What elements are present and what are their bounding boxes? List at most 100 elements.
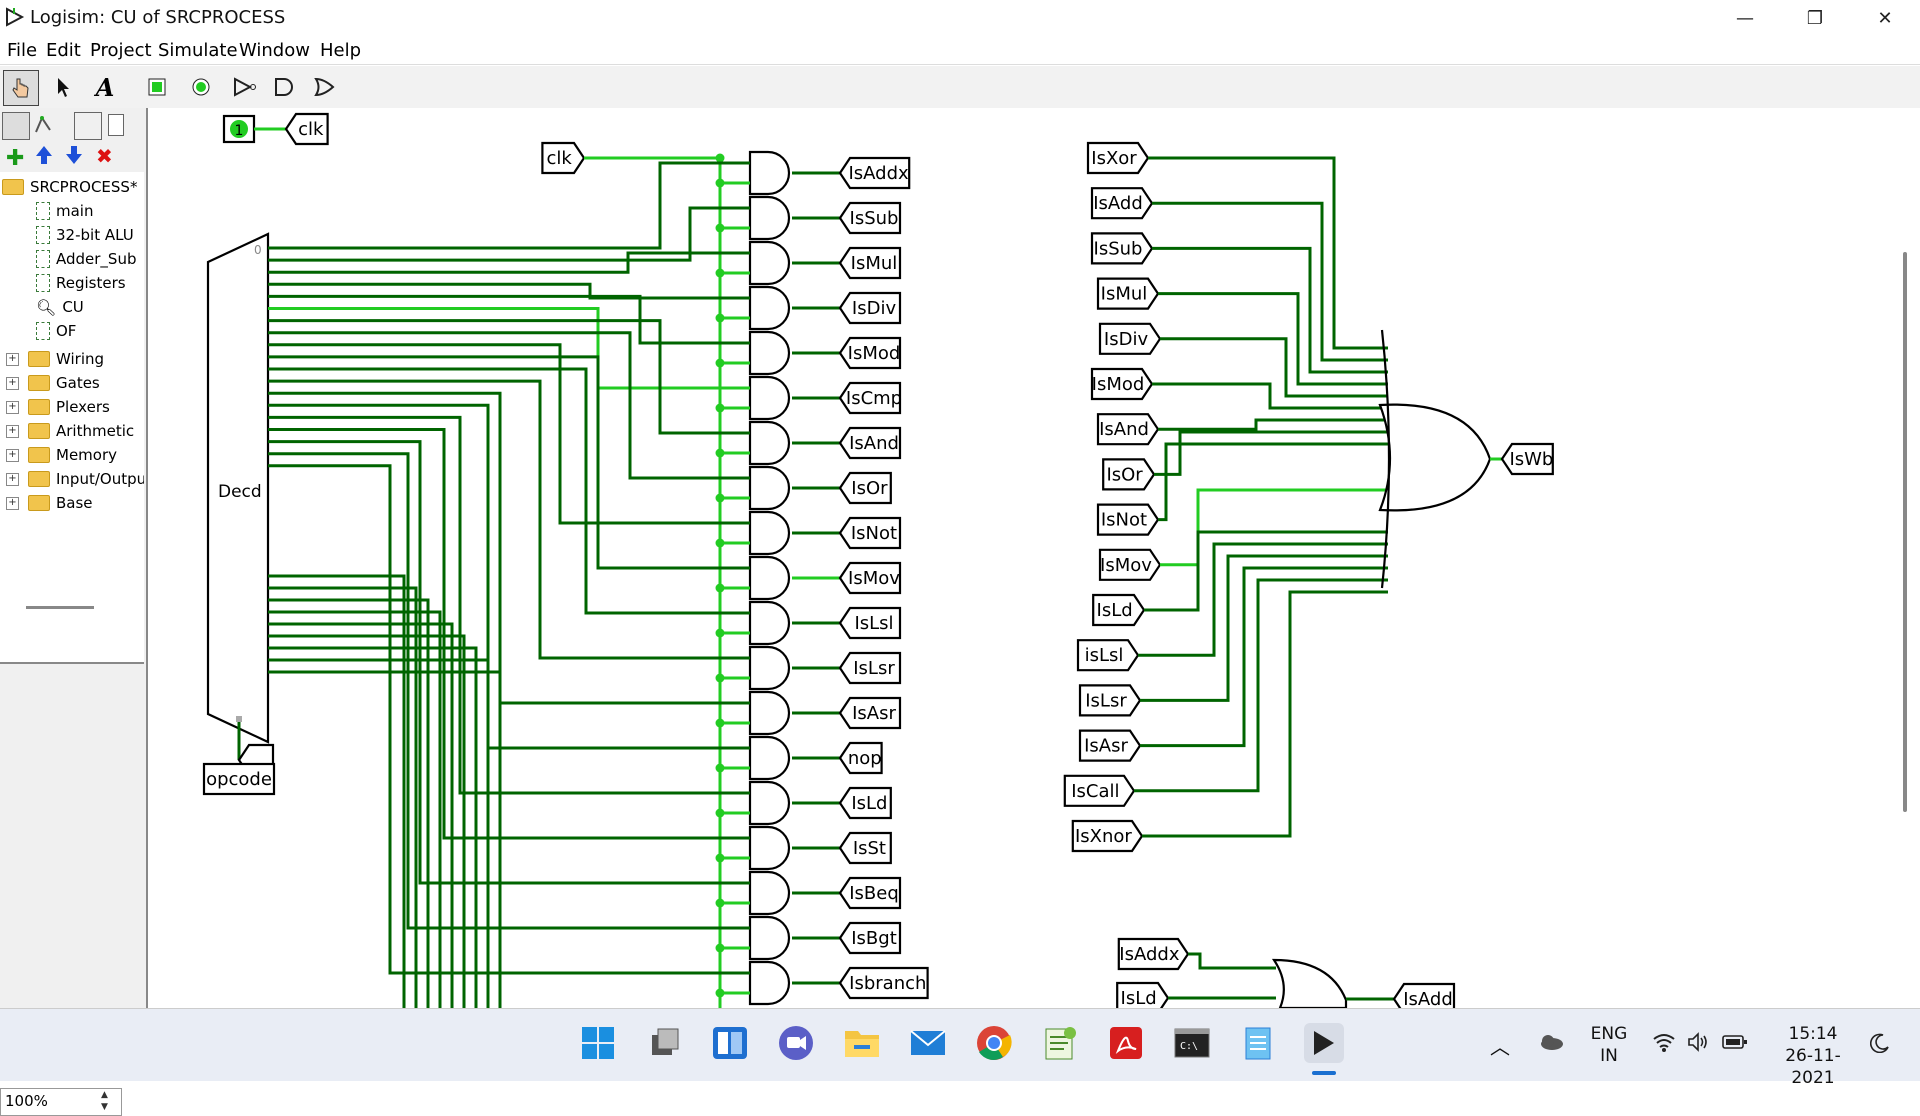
pin-output-icon[interactable] xyxy=(184,70,218,104)
language-indicator[interactable]: ENG IN xyxy=(1584,1023,1634,1067)
tree-root[interactable]: SRCPROCESS* xyxy=(2,176,137,198)
tree-circuit-main[interactable]: main xyxy=(36,200,93,222)
tree-lib-gates[interactable]: Gates xyxy=(28,372,100,394)
move-down-icon[interactable] xyxy=(64,144,84,166)
tree-circuit-of[interactable]: OF xyxy=(36,320,76,342)
or-gate-icon[interactable] xyxy=(308,70,342,104)
minimize-button[interactable]: — xyxy=(1710,0,1780,36)
and-gate-ismov[interactable] xyxy=(748,555,791,601)
poke-tool-icon[interactable] xyxy=(3,70,39,106)
menu-project[interactable]: Project xyxy=(90,40,152,61)
move-up-icon[interactable] xyxy=(34,144,54,166)
onedrive-icon[interactable] xyxy=(1538,1033,1564,1051)
delete-circuit-icon[interactable]: ✖ xyxy=(96,144,113,168)
and-gate-icon[interactable] xyxy=(268,70,302,104)
restore-button[interactable]: ❐ xyxy=(1780,0,1850,36)
clock[interactable]: 15:14 26-11-2021 xyxy=(1768,1023,1858,1089)
tree-lib-arithmetic[interactable]: Arithmetic xyxy=(28,420,134,442)
or-input-isasr: IsAsr xyxy=(1084,736,1128,757)
and-gate-isst[interactable] xyxy=(748,825,791,871)
expand-memory-icon[interactable]: + xyxy=(6,449,19,462)
mail-icon[interactable] xyxy=(908,1023,948,1063)
or-input-wire xyxy=(1148,156,1388,350)
canvas-vscroll-thumb[interactable] xyxy=(1903,252,1907,812)
expand-gates-icon[interactable]: + xyxy=(6,377,19,390)
and-gate-isbgt[interactable] xyxy=(748,915,791,961)
tree-circuit-registers[interactable]: Registers xyxy=(36,272,126,294)
edit-appearance-icon[interactable] xyxy=(108,114,124,136)
circuit-diagram[interactable]: 1 clk clk Decd 0 opcode IsAddx IsSub IsMul IsDiv I… xyxy=(148,108,1890,1008)
acrobat-icon[interactable] xyxy=(1106,1023,1146,1063)
and-gate-isand[interactable] xyxy=(748,420,791,466)
volume-icon[interactable] xyxy=(1686,1031,1710,1053)
and-gate-isdiv[interactable] xyxy=(748,285,791,331)
logisim-icon[interactable] xyxy=(1304,1023,1344,1063)
menu-window[interactable]: Window xyxy=(239,40,310,61)
tree-lib-io[interactable]: Input/Output xyxy=(28,468,144,490)
pin-input-icon[interactable] xyxy=(140,70,174,104)
show-hidden-icons-icon[interactable]: ︿ xyxy=(1490,1031,1510,1060)
chat-icon[interactable] xyxy=(776,1023,816,1063)
select-tool-icon[interactable] xyxy=(46,70,80,104)
expand-plexers-icon[interactable]: + xyxy=(6,401,19,414)
taskbar: C:\ ︿ ENG IN 15:14 26-11-2021 xyxy=(0,1008,1920,1088)
zoom-control[interactable]: 100% ▲ ▼ xyxy=(0,1088,122,1116)
or2-input-isaddx: IsAddx xyxy=(1119,944,1180,965)
text-tool-icon[interactable]: A xyxy=(88,70,122,104)
menu-simulate[interactable]: Simulate xyxy=(158,40,238,61)
terminal-icon[interactable]: C:\ xyxy=(1172,1023,1212,1063)
and-gate-isnot[interactable] xyxy=(748,510,791,556)
circuit-canvas[interactable]: 1 clk clk Decd 0 opcode IsAddx IsSub IsMul IsDiv I… xyxy=(148,108,1890,1008)
menu-file[interactable]: File xyxy=(7,40,37,61)
file-explorer-icon[interactable] xyxy=(842,1023,882,1063)
not-gate-icon[interactable] xyxy=(228,70,262,104)
and-gate-nop[interactable] xyxy=(748,735,791,781)
explorer-toolbox-icon[interactable] xyxy=(2,112,30,140)
windows-start-icon[interactable] xyxy=(578,1023,618,1063)
and-gate-isor[interactable] xyxy=(748,465,791,511)
and-gate-iscmp[interactable] xyxy=(748,375,791,421)
battery-icon[interactable] xyxy=(1722,1033,1748,1051)
tree-lib-wiring[interactable]: Wiring xyxy=(28,348,104,370)
notepad-plus-icon[interactable] xyxy=(1040,1023,1080,1063)
and-gate-islsl[interactable] xyxy=(748,600,791,646)
or-gate-iswb[interactable] xyxy=(1378,403,1492,512)
expand-wiring-icon[interactable]: + xyxy=(6,353,19,366)
explorer-simulation-icon[interactable] xyxy=(32,114,54,136)
zoom-stepper-icon[interactable]: ▲ ▼ xyxy=(101,1089,108,1113)
or-gate-iswb-extension xyxy=(1380,329,1391,589)
expand-base-icon[interactable]: + xyxy=(6,497,19,510)
tree-circuit-adder-sub[interactable]: Adder_Sub xyxy=(36,248,137,270)
notepad-icon[interactable] xyxy=(1238,1023,1278,1063)
tree-circuit-cu[interactable]: 🔍︎ CU xyxy=(36,296,84,318)
canvas-vscroll[interactable] xyxy=(1890,108,1920,1008)
tree-lib-plexers[interactable]: Plexers xyxy=(28,396,110,418)
and-gate-isbeq[interactable] xyxy=(748,870,791,916)
and-gate-ismul[interactable] xyxy=(748,240,791,286)
widgets-icon[interactable] xyxy=(710,1023,750,1063)
expand-io-icon[interactable]: + xyxy=(6,473,19,486)
close-button[interactable]: ✕ xyxy=(1850,0,1920,36)
tree-circuit-alu[interactable]: 32-bit ALU xyxy=(36,224,134,246)
and-gate-ismod[interactable] xyxy=(748,330,791,376)
and-gate-issub[interactable] xyxy=(748,195,791,241)
wifi-icon[interactable] xyxy=(1652,1031,1676,1053)
tree-lib-base[interactable]: Base xyxy=(28,492,93,514)
and-gate-islsr[interactable] xyxy=(748,645,791,691)
tree-hscroll[interactable] xyxy=(26,606,94,609)
menu-edit[interactable]: Edit xyxy=(46,40,81,61)
and-gate-isaddx[interactable] xyxy=(748,150,791,196)
and-gate-isld[interactable] xyxy=(748,780,791,826)
and-gate-isbranch[interactable] xyxy=(748,960,791,1006)
chrome-icon[interactable] xyxy=(974,1023,1014,1063)
decoder-select-pin xyxy=(236,716,242,722)
tree-lib-memory[interactable]: Memory xyxy=(28,444,117,466)
task-view-icon[interactable] xyxy=(644,1023,684,1063)
expand-arithmetic-icon[interactable]: + xyxy=(6,425,19,438)
add-circuit-icon[interactable]: ✚ xyxy=(6,146,24,171)
edit-layout-icon[interactable] xyxy=(74,112,102,140)
notification-center-icon[interactable] xyxy=(1869,1033,1890,1054)
or-gate-isadd[interactable] xyxy=(1271,958,1348,1008)
menu-help[interactable]: Help xyxy=(320,40,361,61)
and-gate-isasr[interactable] xyxy=(748,690,791,736)
